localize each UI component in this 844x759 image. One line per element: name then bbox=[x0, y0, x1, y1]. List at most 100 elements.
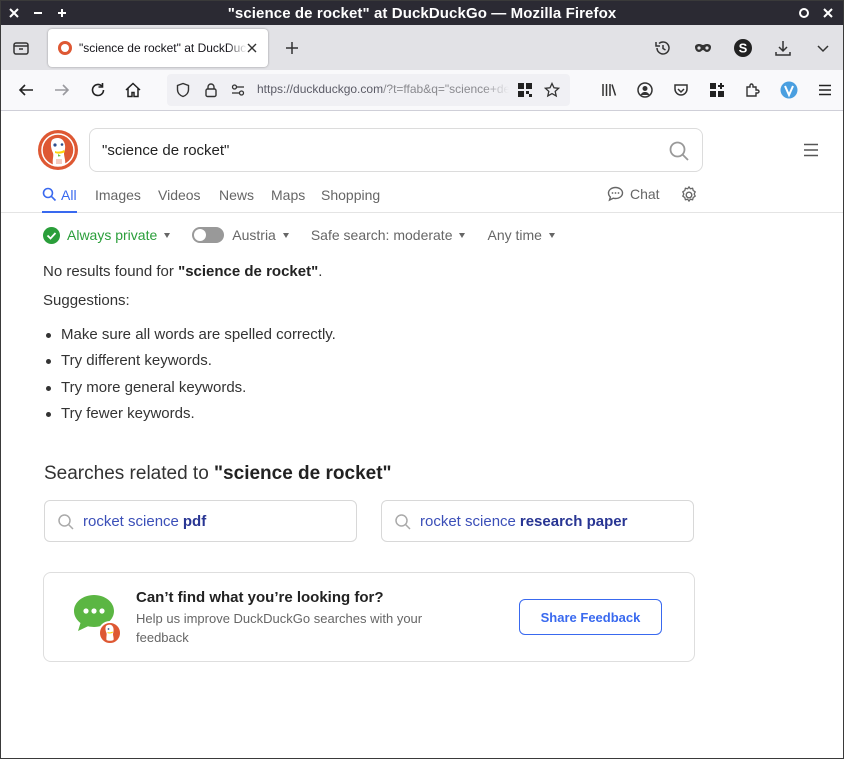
tab-news[interactable]: News bbox=[219, 187, 254, 213]
tab-strip: "science de rocket" at DuckDuckGo S bbox=[1, 25, 843, 70]
suggestion-text: Make sure all words are spelled correctl… bbox=[61, 326, 336, 343]
tracking-protection-shield-icon[interactable] bbox=[175, 82, 191, 98]
account-icon[interactable] bbox=[627, 70, 663, 110]
tab-title: "science de rocket" at DuckDuckGo bbox=[79, 41, 247, 55]
safe-search-dropdown[interactable]: Safe search: moderate bbox=[311, 227, 466, 243]
results-area: No results found for "science de rocket"… bbox=[43, 263, 336, 431]
list-item: Try more general keywords. bbox=[43, 379, 336, 405]
no-results-message: No results found for "science de rocket"… bbox=[43, 263, 336, 283]
duckduckgo-page: All Images Videos News Maps Shopping Cha… bbox=[1, 111, 843, 758]
s-extension-icon[interactable]: S bbox=[723, 25, 763, 70]
time-dropdown[interactable]: Any time bbox=[487, 227, 555, 243]
region-toggle[interactable] bbox=[192, 227, 225, 243]
browser-window: "science de rocket" at DuckDuckGo — Mozi… bbox=[0, 0, 844, 759]
no-results-suffix: . bbox=[318, 263, 323, 280]
pocket-icon[interactable] bbox=[663, 70, 699, 110]
tab-shopping[interactable]: Shopping bbox=[321, 187, 380, 213]
window-menu-icon[interactable] bbox=[797, 6, 811, 20]
apps-grid-icon[interactable] bbox=[699, 70, 735, 110]
share-feedback-button[interactable]: Share Feedback bbox=[519, 599, 662, 635]
tab-list-chevron-down-icon[interactable] bbox=[803, 25, 843, 70]
app-menu-icon[interactable] bbox=[807, 70, 843, 110]
duckduckgo-logo-icon[interactable] bbox=[38, 130, 78, 170]
caret-down-icon bbox=[164, 232, 171, 238]
related-pre: rocket science bbox=[420, 512, 516, 530]
minimize-window-icon[interactable] bbox=[31, 6, 45, 20]
bullet-icon bbox=[46, 385, 51, 391]
suggestion-text: Try fewer keywords. bbox=[61, 404, 195, 422]
new-tab-icon[interactable] bbox=[283, 39, 301, 57]
bullet-icon bbox=[46, 333, 51, 338]
related-pre: rocket science bbox=[83, 512, 179, 530]
qr-code-icon[interactable] bbox=[517, 82, 533, 98]
permissions-icon[interactable] bbox=[230, 82, 246, 98]
always-private-dropdown[interactable]: Always private bbox=[43, 226, 171, 244]
firefox-view-icon[interactable] bbox=[11, 38, 31, 58]
list-item: Try different keywords. bbox=[43, 352, 336, 378]
url-path: /?t=ffab&q="science+de+rocket"&ia=web bbox=[383, 82, 509, 96]
bullet-icon bbox=[46, 411, 51, 417]
tab-active[interactable]: "science de rocket" at DuckDuckGo bbox=[48, 29, 268, 67]
private-browsing-icon[interactable] bbox=[683, 25, 723, 70]
bullet-icon bbox=[46, 359, 51, 365]
list-item: Try fewer keywords. bbox=[43, 405, 336, 431]
tab-all-label: All bbox=[61, 187, 77, 203]
tab-videos[interactable]: Videos bbox=[158, 187, 201, 213]
close-x-icon[interactable] bbox=[821, 6, 835, 20]
search-filters: Always private Austria Safe search: mode… bbox=[43, 225, 577, 245]
window-title: "science de rocket" at DuckDuckGo — Mozi… bbox=[227, 4, 617, 22]
svg-text:S: S bbox=[739, 40, 748, 55]
related-post: research paper bbox=[519, 512, 628, 530]
related-search-link[interactable]: rocket science pdf bbox=[44, 500, 357, 542]
time-label: Any time bbox=[487, 227, 542, 243]
caret-down-icon bbox=[282, 232, 289, 238]
home-icon[interactable] bbox=[123, 80, 143, 100]
tab-maps[interactable]: Maps bbox=[271, 187, 305, 213]
suggestions-list: Make sure all words are spelled correctl… bbox=[43, 326, 336, 431]
suggestions-title: Suggestions: bbox=[43, 292, 130, 309]
chat-button[interactable]: Chat bbox=[607, 186, 660, 202]
downloads-icon[interactable] bbox=[763, 25, 803, 70]
url-host: https://duckduckgo.com bbox=[257, 82, 384, 96]
suggestion-text: Try different keywords. bbox=[61, 352, 212, 370]
tab-images[interactable]: Images bbox=[95, 187, 141, 213]
suggestion-text: Try more general keywords. bbox=[61, 378, 247, 396]
tab-close-icon[interactable] bbox=[244, 40, 260, 56]
reload-icon[interactable] bbox=[88, 80, 108, 100]
list-item: Make sure all words are spelled correctl… bbox=[43, 326, 336, 352]
maximize-window-icon[interactable] bbox=[55, 6, 69, 20]
url-bar[interactable]: https://duckduckgo.com/?t=ffab&q="scienc… bbox=[167, 74, 570, 106]
settings-gear-icon[interactable] bbox=[679, 185, 699, 205]
always-private-label: Always private bbox=[67, 227, 158, 243]
check-circle-icon bbox=[43, 226, 60, 244]
side-menu-hamburger-icon[interactable] bbox=[802, 142, 820, 158]
caret-down-icon bbox=[459, 232, 466, 238]
related-post: pdf bbox=[182, 512, 207, 530]
search-icon bbox=[395, 514, 411, 530]
history-icon[interactable] bbox=[643, 25, 683, 70]
feedback-subtitle: Help us improve DuckDuckGo searches with… bbox=[136, 611, 423, 645]
search-icon[interactable] bbox=[668, 140, 690, 162]
feedback-chat-duck-icon bbox=[72, 593, 128, 645]
v-extension-icon[interactable] bbox=[771, 70, 807, 110]
tab-all[interactable]: All bbox=[42, 187, 77, 213]
library-icon[interactable] bbox=[591, 70, 627, 110]
forward-arrow-icon[interactable] bbox=[52, 80, 72, 100]
related-search-link[interactable]: rocket science research paper bbox=[381, 500, 694, 542]
extensions-puzzle-icon[interactable] bbox=[735, 70, 771, 110]
bookmark-star-icon[interactable] bbox=[543, 81, 561, 98]
caret-down-icon bbox=[548, 232, 555, 238]
tab-news-label: News bbox=[219, 187, 255, 203]
lock-icon[interactable] bbox=[203, 82, 219, 98]
safe-search-label: Safe search: moderate bbox=[310, 227, 453, 243]
close-window-icon[interactable] bbox=[7, 6, 21, 20]
feedback-title: Can’t find what you’re looking for? bbox=[136, 589, 384, 606]
back-arrow-icon[interactable] bbox=[16, 80, 36, 100]
navigation-toolbar: https://duckduckgo.com/?t=ffab&q="scienc… bbox=[1, 70, 843, 111]
region-dropdown[interactable]: Austria bbox=[192, 227, 289, 243]
url-text[interactable]: https://duckduckgo.com/?t=ffab&q="scienc… bbox=[257, 82, 509, 96]
feedback-card: Can’t find what you’re looking for? Help… bbox=[43, 572, 695, 662]
search-input[interactable] bbox=[102, 139, 642, 161]
tab-maps-label: Maps bbox=[271, 187, 306, 203]
search-tabs: All Images Videos News Maps Shopping Cha… bbox=[1, 183, 843, 213]
